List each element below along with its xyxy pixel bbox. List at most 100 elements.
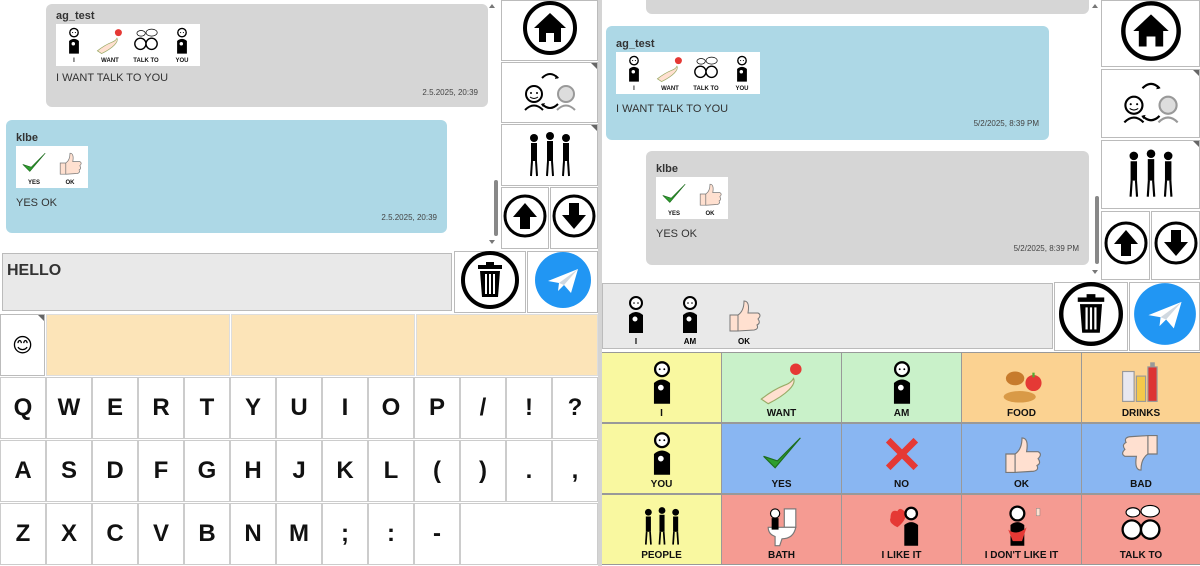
send-icon (534, 251, 592, 314)
symbol-cell[interactable]: DRINKS (1081, 352, 1200, 423)
symbol-cell[interactable]: YES (721, 423, 842, 494)
symbol-cell[interactable]: BATH (721, 494, 842, 565)
send-icon (1133, 282, 1197, 351)
key[interactable]: : (368, 503, 414, 565)
scroll-down-arrow[interactable] (1092, 270, 1098, 274)
key[interactable]: Q (0, 377, 46, 439)
switch-user-button[interactable] (1101, 69, 1200, 138)
key[interactable]: E (92, 377, 138, 439)
key[interactable]: ! (506, 377, 552, 439)
person-icon (60, 27, 88, 55)
key[interactable]: J (276, 440, 322, 502)
sentence-symbol[interactable]: I (609, 288, 663, 346)
scroll-down-button[interactable] (1151, 211, 1200, 280)
thumbs-up-icon (56, 149, 84, 177)
symbol-cell[interactable]: PEOPLE (602, 494, 722, 565)
key[interactable]: ) (460, 440, 506, 502)
message-input[interactable]: HELLO (2, 253, 452, 311)
symbol-cell[interactable]: YOU (602, 423, 722, 494)
message-sender: ag_test (56, 10, 95, 22)
key[interactable]: W (46, 377, 92, 439)
symbol-cell[interactable]: TALK TO (1081, 494, 1200, 565)
key[interactable]: G (184, 440, 230, 502)
key[interactable]: - (414, 503, 460, 565)
symbol-cell[interactable]: AM (841, 352, 962, 423)
suggestion-slot[interactable] (416, 314, 598, 376)
message-symbol-label: I (73, 58, 75, 64)
home-button[interactable] (501, 0, 598, 61)
scroll-down-button[interactable] (550, 187, 598, 249)
sentence-symbol-label: OK (738, 337, 750, 346)
message-text: I WANT TALK TO YOU (616, 103, 729, 115)
key[interactable]: Z (0, 503, 46, 565)
key[interactable]: T (184, 377, 230, 439)
sentence-symbol[interactable]: AM (663, 288, 717, 346)
symbol-cell[interactable]: I (602, 352, 722, 423)
key[interactable]: L (368, 440, 414, 502)
symbol-cell[interactable]: FOOD (961, 352, 1082, 423)
suggestion-slot[interactable] (231, 314, 415, 376)
suggestion-slot[interactable] (46, 314, 230, 376)
scroll-up-arrow[interactable] (489, 4, 495, 8)
message-symbol-label: WANT (661, 86, 679, 92)
trash-icon (461, 250, 519, 314)
symbol-cell[interactable]: OK (961, 423, 1082, 494)
clear-button[interactable] (1054, 282, 1128, 351)
chat-scrollbar[interactable] (494, 180, 498, 236)
key[interactable]: V (138, 503, 184, 565)
key[interactable]: R (138, 377, 184, 439)
key[interactable]: C (92, 503, 138, 565)
left-pane: ag_test I WANT TALK TO YOU I WANT TALK TO Y… (0, 0, 598, 566)
send-button[interactable] (527, 251, 598, 313)
scroll-down-arrow[interactable] (489, 240, 495, 244)
right-pane: ag_test I WANT TALK TO YOU I WANT TALK TO Y… (602, 0, 1200, 566)
key[interactable]: B (184, 503, 230, 565)
key[interactable]: M (276, 503, 322, 565)
key[interactable]: K (322, 440, 368, 502)
thumbs-down-icon (1118, 431, 1164, 477)
switch-user-icon (520, 68, 580, 117)
emoji-button[interactable]: 😊 (0, 314, 45, 376)
scroll-up-button[interactable] (1101, 211, 1150, 280)
key[interactable]: . (506, 440, 552, 502)
scroll-up-arrow[interactable] (1092, 4, 1098, 8)
key[interactable]: U (276, 377, 322, 439)
symbol-cell[interactable]: I LIKE IT (841, 494, 962, 565)
chat-history[interactable]: ag_test I WANT TALK TO YOU I WANT TALK TO Y… (602, 0, 1102, 280)
key[interactable]: A (0, 440, 46, 502)
clear-button[interactable] (454, 250, 526, 314)
chat-history[interactable]: ag_test I WANT TALK TO YOU I WANT TALK TO Y… (0, 0, 500, 250)
key[interactable]: H (230, 440, 276, 502)
symbol-cell-label: BATH (767, 550, 796, 561)
key[interactable]: ; (322, 503, 368, 565)
trash-icon (1059, 282, 1123, 351)
symbol-cell[interactable]: I DON'T LIKE IT (961, 494, 1082, 565)
key[interactable]: P (414, 377, 460, 439)
key[interactable]: N (230, 503, 276, 565)
key[interactable]: Y (230, 377, 276, 439)
key[interactable]: ( (414, 440, 460, 502)
key[interactable]: O (368, 377, 414, 439)
scroll-up-button[interactable] (501, 187, 549, 249)
people-button[interactable] (501, 124, 598, 186)
people-button[interactable] (1101, 140, 1200, 209)
sentence-bar[interactable]: I AM OK (602, 283, 1053, 349)
key[interactable]: ? (552, 377, 598, 439)
key[interactable]: D (92, 440, 138, 502)
person-icon (670, 295, 710, 335)
symbol-cell[interactable]: WANT (721, 352, 842, 423)
key[interactable]: X (46, 503, 92, 565)
key[interactable]: S (46, 440, 92, 502)
sentence-symbol[interactable]: OK (717, 288, 771, 346)
switch-user-button[interactable] (501, 62, 598, 123)
key[interactable]: I (322, 377, 368, 439)
symbol-cell[interactable]: NO (841, 423, 962, 494)
home-button[interactable] (1101, 0, 1200, 67)
message-symbol: WANT (652, 52, 688, 94)
key[interactable]: F (138, 440, 184, 502)
send-button[interactable] (1129, 282, 1200, 351)
symbol-cell[interactable]: BAD (1081, 423, 1200, 494)
chat-scrollbar[interactable] (1095, 196, 1099, 264)
key[interactable]: / (460, 377, 506, 439)
key[interactable]: , (552, 440, 598, 502)
